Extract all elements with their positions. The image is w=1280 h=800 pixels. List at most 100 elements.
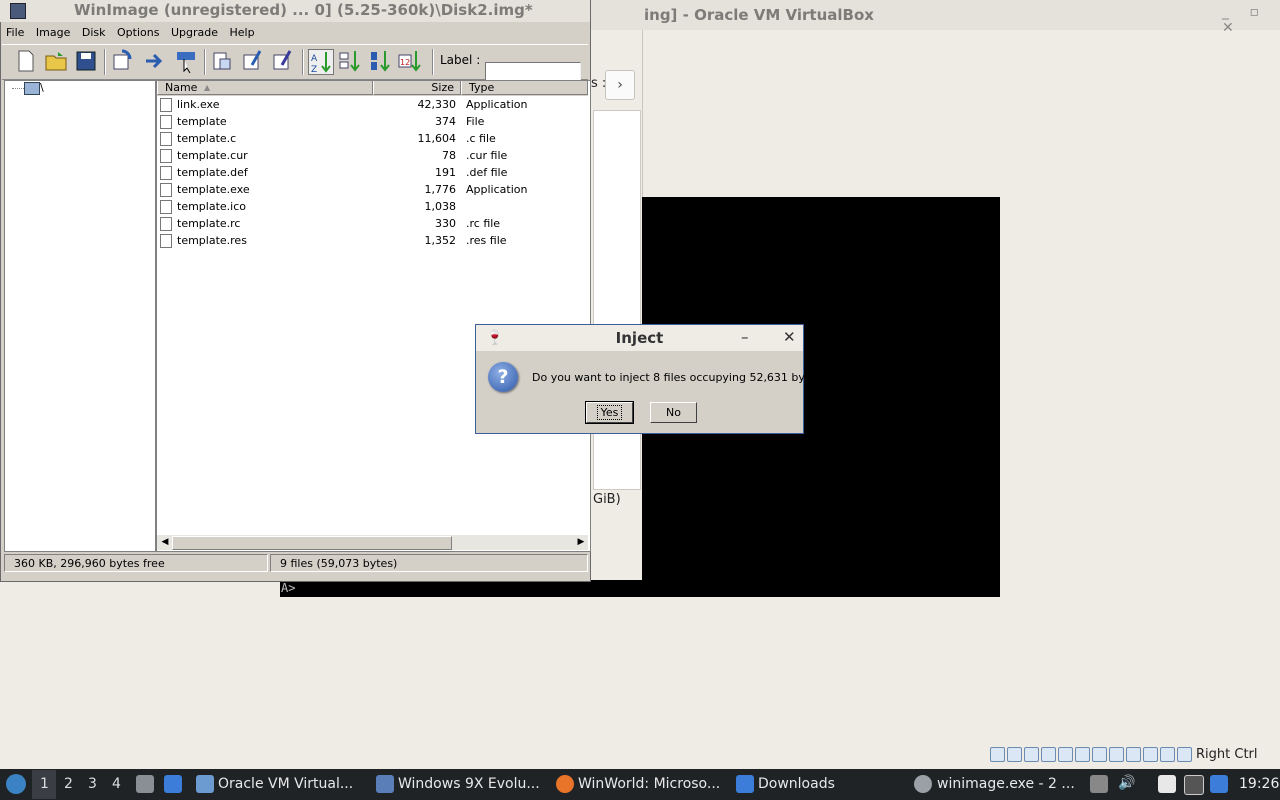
- file-row[interactable]: template.ico 1,038: [158, 198, 578, 215]
- volume-icon[interactable]: 🔊: [1118, 775, 1136, 793]
- scroll-left-icon[interactable]: ◀: [158, 536, 172, 549]
- file-row[interactable]: template.res 1,352 .res file: [158, 232, 578, 249]
- notes-icon[interactable]: [1158, 775, 1176, 793]
- yes-button[interactable]: Yes: [585, 401, 634, 424]
- question-icon: ?: [488, 362, 518, 392]
- dialog-message: Do you want to inject 8 files occupying …: [532, 371, 828, 384]
- scroll-right-icon[interactable]: ▶: [574, 536, 588, 549]
- transfer-icon[interactable]: [142, 49, 166, 73]
- file-row[interactable]: template 374 File: [158, 113, 578, 130]
- task-winworld[interactable]: WinWorld: Microso...: [578, 776, 720, 792]
- file-row[interactable]: template.def 191 .def file: [158, 164, 578, 181]
- task-downloads[interactable]: Downloads: [758, 776, 835, 792]
- file-icon: [160, 115, 172, 129]
- folder-tree[interactable]: [4, 80, 156, 552]
- menu-help[interactable]: Help: [226, 24, 259, 41]
- virtualbox-window-buttons[interactable]: _ ▫ ✕: [1222, 4, 1278, 36]
- workspace-3[interactable]: 3: [88, 776, 97, 792]
- file-row[interactable]: template.cur 78 .cur file: [158, 147, 578, 164]
- file-row[interactable]: template.rc 330 .rc file: [158, 215, 578, 232]
- file-manager-icon[interactable]: [136, 775, 154, 793]
- column-header-type[interactable]: Type: [461, 81, 588, 95]
- sort-by-date-icon[interactable]: 12: [398, 49, 422, 73]
- sort-by-type-icon[interactable]: [338, 49, 362, 73]
- file-icon: [160, 183, 172, 197]
- column-header-size[interactable]: Size: [373, 81, 461, 95]
- sort-by-name-icon[interactable]: AZ: [308, 49, 334, 75]
- start-menu-icon[interactable]: [6, 774, 26, 794]
- file-icon: [160, 200, 172, 214]
- refresh-icon[interactable]: [110, 49, 134, 73]
- clock[interactable]: 19:26: [1239, 776, 1279, 792]
- mouse-integration-icon[interactable]: [1160, 747, 1175, 762]
- minimize-icon[interactable]: –: [741, 328, 749, 346]
- delete-icon[interactable]: [270, 49, 294, 73]
- menu-options[interactable]: Options: [113, 24, 163, 41]
- menu-image[interactable]: Image: [32, 24, 74, 41]
- no-button[interactable]: No: [650, 402, 697, 423]
- audio-icon[interactable]: [1041, 747, 1056, 762]
- host-key-arrow-icon[interactable]: [1177, 747, 1192, 762]
- network-icon[interactable]: [1210, 775, 1228, 793]
- file-icon: [160, 217, 172, 231]
- file-icon: [160, 234, 172, 248]
- tree-root-label[interactable]: \: [40, 81, 44, 94]
- network-icon[interactable]: [1058, 747, 1073, 762]
- clipboard-icon[interactable]: [1090, 775, 1108, 793]
- cpu-icon[interactable]: [1143, 747, 1158, 762]
- file-row[interactable]: link.exe 42,330 Application: [158, 96, 578, 113]
- inject-icon[interactable]: [240, 49, 264, 73]
- floppy-disk-icon: [10, 3, 26, 19]
- dialog-title: Inject: [615, 329, 664, 347]
- volume-label-input[interactable]: [485, 62, 581, 82]
- show-desktop-icon[interactable]: [164, 775, 182, 793]
- recording-icon[interactable]: [1126, 747, 1141, 762]
- sort-ascending-icon: ▲: [204, 83, 211, 92]
- virtualbox-title: ing] - Oracle VM VirtualBox: [644, 6, 874, 24]
- display-icon[interactable]: [1109, 747, 1124, 762]
- task-windows9x[interactable]: Windows 9X Evolu...: [398, 776, 540, 792]
- hard-disk-icon[interactable]: [990, 747, 1005, 762]
- shared-folder-icon[interactable]: [1092, 747, 1107, 762]
- svg-text:A: A: [311, 54, 318, 64]
- label-caption: Label :: [440, 53, 481, 67]
- task-winimage[interactable]: winimage.exe - 2 ...: [937, 776, 1075, 792]
- menu-file[interactable]: File: [2, 24, 28, 41]
- file-icon: [160, 149, 172, 163]
- file-row[interactable]: template.c 11,604 .c file: [158, 130, 578, 147]
- file-icon: [160, 166, 172, 180]
- sort-by-size-icon[interactable]: [368, 49, 392, 73]
- menu-bar: File Image Disk Options Upgrade Help: [2, 24, 588, 42]
- task-virtualbox[interactable]: Oracle VM Virtual...: [218, 776, 353, 792]
- menu-disk[interactable]: Disk: [78, 24, 110, 41]
- save-icon[interactable]: [74, 49, 98, 73]
- vm-statusbar: Right Ctrl: [990, 747, 1280, 767]
- new-file-icon[interactable]: [14, 49, 38, 73]
- select-icon[interactable]: [174, 49, 198, 73]
- vm-dos-prompt: A>: [281, 581, 296, 595]
- scrollbar-thumb[interactable]: [172, 536, 452, 550]
- extract-icon[interactable]: [210, 49, 234, 73]
- folder-icon[interactable]: [24, 82, 40, 95]
- file-list-header: Name ▲ Size Type: [157, 81, 588, 96]
- firefox-icon: [556, 775, 574, 793]
- floppy-icon[interactable]: [1024, 747, 1039, 762]
- svg-text:Z: Z: [311, 65, 317, 75]
- workspace-1[interactable]: 1: [40, 776, 49, 792]
- status-file-count: 9 files (59,073 bytes): [270, 554, 588, 572]
- usb-icon[interactable]: [1075, 747, 1090, 762]
- workspace-4[interactable]: 4: [112, 776, 121, 792]
- status-bar: 360 KB, 296,960 bytes free 9 files (59,0…: [4, 554, 588, 574]
- optical-drive-icon[interactable]: [1007, 747, 1022, 762]
- tree-connector: [12, 88, 24, 89]
- monitor-icon[interactable]: [1184, 775, 1204, 795]
- chevron-right-icon[interactable]: ›: [605, 70, 635, 100]
- column-header-name[interactable]: Name ▲: [157, 81, 373, 95]
- workspace-2[interactable]: 2: [64, 776, 73, 792]
- file-row[interactable]: template.exe 1,776 Application: [158, 181, 578, 198]
- close-icon[interactable]: ✕: [783, 328, 796, 346]
- menu-upgrade[interactable]: Upgrade: [167, 24, 222, 41]
- vm-display-strip[interactable]: [280, 580, 642, 597]
- open-folder-icon[interactable]: [44, 49, 68, 73]
- file-icon: [160, 98, 172, 112]
